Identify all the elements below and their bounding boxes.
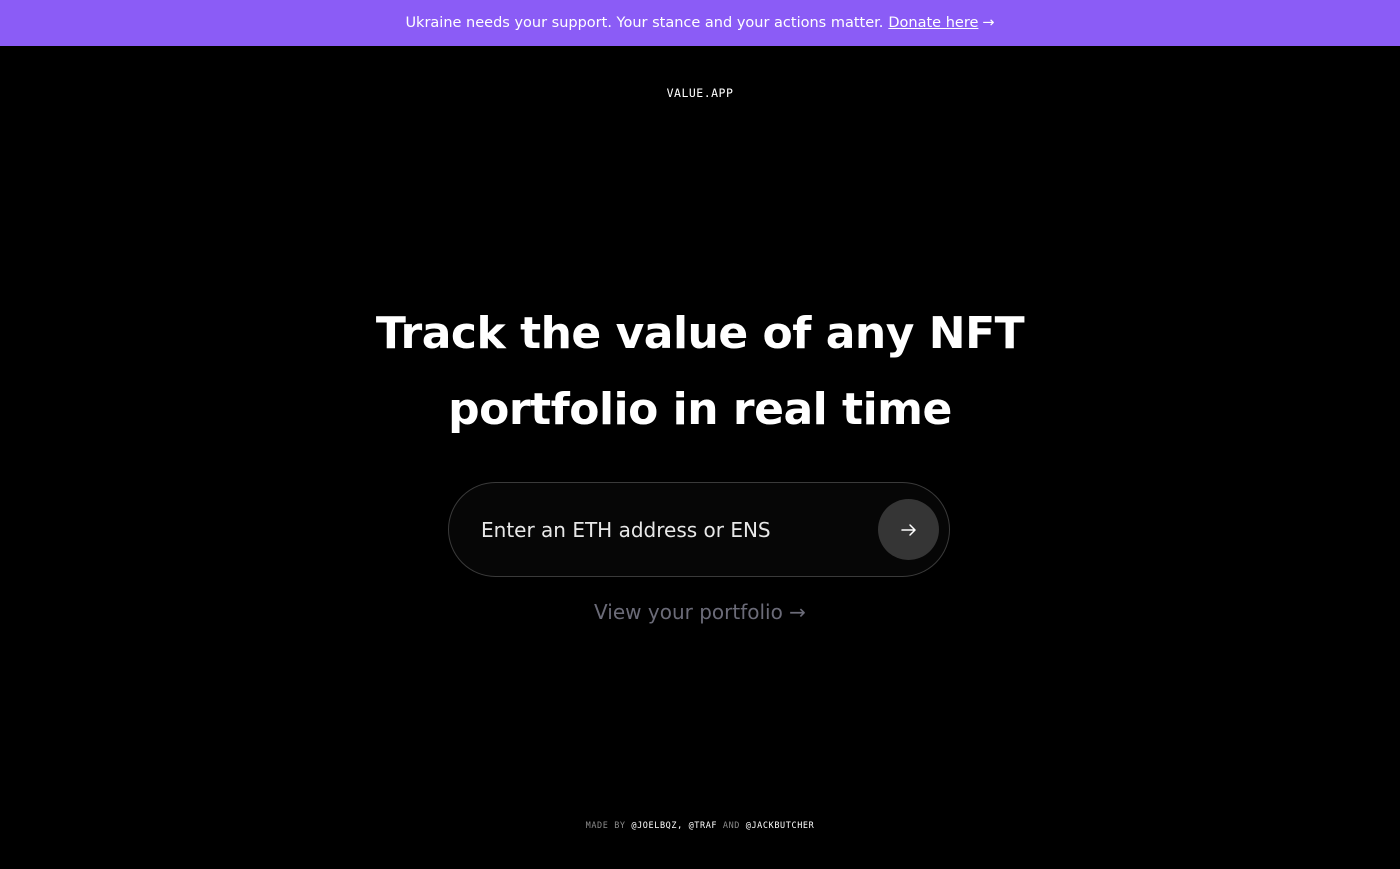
banner-message: Ukraine needs your support. Your stance … — [405, 15, 884, 31]
made-by-label: MADE BY — [585, 821, 626, 831]
credit-link-jackbutcher[interactable]: @JACKBUTCHER — [746, 821, 815, 831]
footer-credits: MADE BY @JOELBQZ, @TRAF AND @JACKBUTCHER — [0, 821, 1400, 831]
and-label: AND — [722, 821, 741, 831]
view-portfolio-link[interactable]: View your portfolio → — [0, 600, 1400, 624]
arrow-right-icon: → — [982, 15, 995, 31]
address-search-form — [448, 482, 950, 577]
address-input[interactable] — [481, 511, 871, 549]
credit-separator: , — [677, 821, 683, 831]
hero-headline: Track the value of any NFT portfolio in … — [300, 296, 1100, 448]
credit-link-joelbqz[interactable]: @JOELBQZ — [631, 821, 677, 831]
donation-banner: Ukraine needs your support. Your stance … — [0, 0, 1400, 46]
credit-link-traf[interactable]: @TRAF — [689, 821, 718, 831]
headline-line-2: portfolio in real time — [448, 384, 952, 435]
headline-line-1: Track the value of any NFT — [375, 308, 1025, 359]
site-logo[interactable]: VALUE.APP — [0, 86, 1400, 100]
arrow-right-icon — [900, 523, 916, 536]
submit-button[interactable] — [878, 499, 939, 560]
donate-link[interactable]: Donate here — [888, 15, 978, 31]
